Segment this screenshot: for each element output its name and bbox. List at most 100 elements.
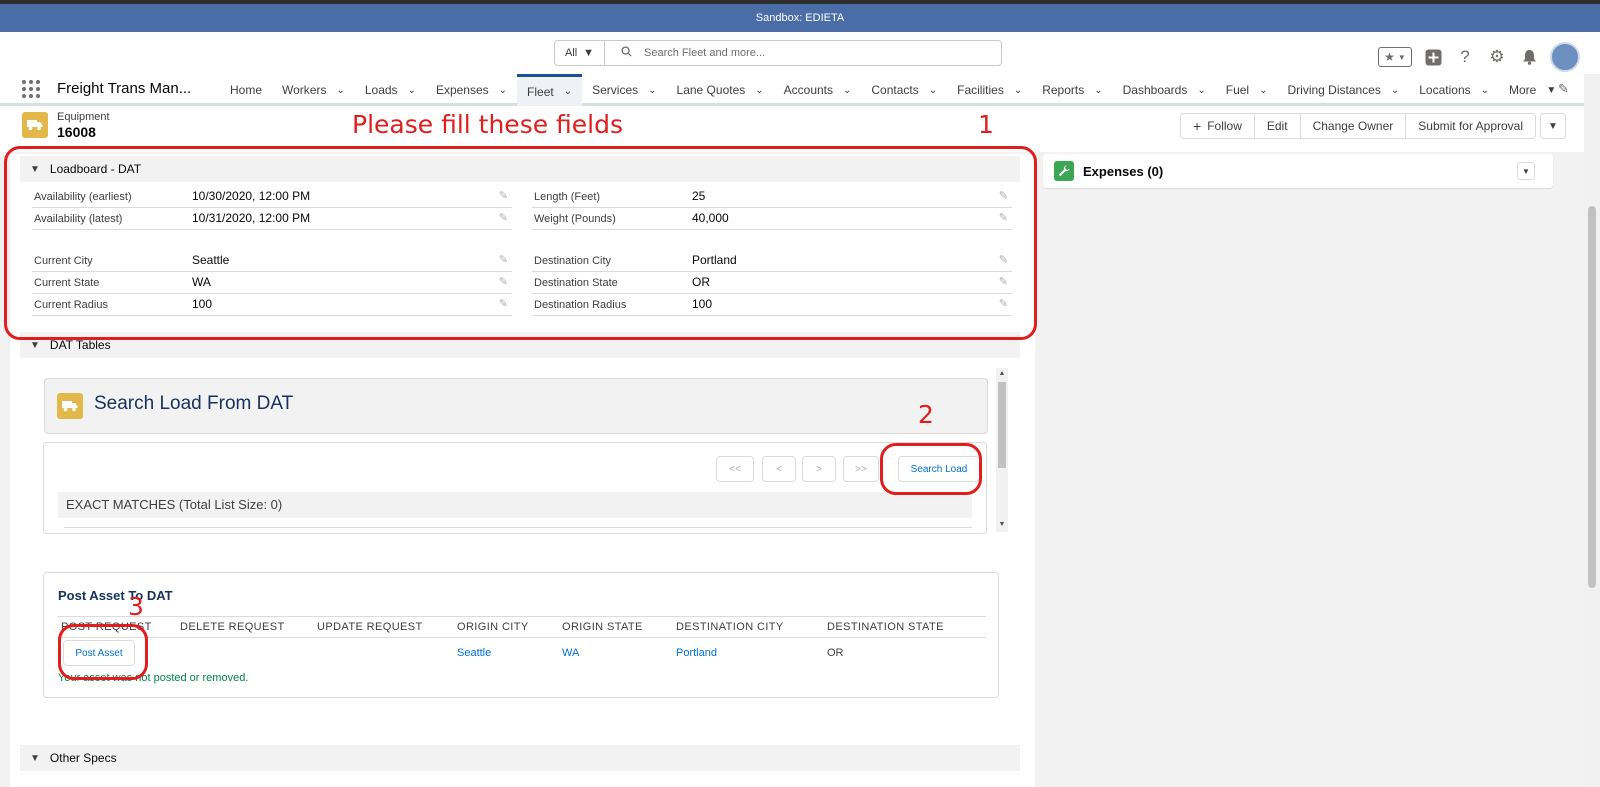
nav-tab-label: Lane Quotes <box>676 83 746 97</box>
change-owner-button[interactable]: Change Owner <box>1300 113 1407 139</box>
search-scope-label: All <box>564 47 578 59</box>
nav-tab-lane-quotes[interactable]: Lane Quotes ⌄ <box>667 74 774 106</box>
app-nav-bar: Freight Trans Man... Home Workers ⌄ Loads ⌄ E… <box>0 74 1600 106</box>
more-actions-button[interactable]: ▼ <box>1540 113 1566 139</box>
nav-tab-services[interactable]: Services ⌄ <box>582 74 666 106</box>
pencil-icon[interactable]: ✎ <box>1558 81 1569 97</box>
expenses-title[interactable]: Expenses (0) <box>1083 164 1163 179</box>
chevron-down-icon: ▼ <box>1522 166 1530 176</box>
chevron-down-icon[interactable]: ⌄ <box>755 85 763 96</box>
search-input[interactable]: Search Fleet and more... <box>605 41 1001 65</box>
chevron-down-icon[interactable]: ⌄ <box>929 85 937 96</box>
nav-tab-driving-distances[interactable]: Driving Distances ⌄ <box>1277 74 1409 106</box>
record-page: Equipment 16008 + Follow Edit Change Own… <box>0 106 1600 787</box>
chevron-down-icon[interactable]: ⌄ <box>843 85 851 96</box>
nav-tab-facilities[interactable]: Facilities ⌄ <box>947 74 1032 106</box>
nav-tab-expenses[interactable]: Expenses ⌄ <box>426 74 517 106</box>
pager-next-button[interactable]: > <box>802 456 836 482</box>
follow-label: Follow <box>1207 119 1242 133</box>
column-header: DESTINATION STATE <box>827 621 944 633</box>
chevron-down-icon[interactable]: ⌄ <box>1197 85 1205 96</box>
chevron-down-icon[interactable]: ▼ <box>1546 85 1556 96</box>
nav-tab-fuel[interactable]: Fuel ⌄ <box>1216 74 1278 106</box>
page-scroll-thumb[interactable] <box>1588 206 1596 588</box>
nav-tab-reports[interactable]: Reports ⌄ <box>1032 74 1112 106</box>
expenses-menu-button[interactable]: ▼ <box>1517 162 1535 180</box>
nav-tab-more[interactable]: More ▼ <box>1499 74 1566 106</box>
pager-last-button[interactable]: >> <box>843 456 879 482</box>
scroll-down-arrow[interactable]: ▼ <box>998 521 1006 529</box>
nav-tab-accounts[interactable]: Accounts ⌄ <box>774 74 862 106</box>
cell-origin-city: Seattle <box>457 647 492 659</box>
chevron-down-icon[interactable]: ⌄ <box>1481 85 1489 96</box>
annotation-box-3 <box>58 624 148 680</box>
nav-tab-locations[interactable]: Locations ⌄ <box>1409 74 1499 106</box>
help-icon[interactable]: ? <box>1454 46 1476 68</box>
chevron-down-icon[interactable]: ⌄ <box>499 85 507 96</box>
nav-tab-label: Expenses <box>435 83 489 97</box>
follow-button[interactable]: + Follow <box>1180 113 1255 139</box>
truck-icon <box>22 112 48 138</box>
chevron-down-icon: ▼ <box>30 339 40 351</box>
chevron-down-icon: ▼ <box>1397 52 1406 62</box>
annotation-note: Please fill these fields <box>352 110 624 139</box>
nav-tab-label: Dashboards <box>1122 83 1188 97</box>
divider <box>58 637 986 638</box>
chevron-down-icon[interactable]: ⌄ <box>408 85 416 96</box>
scroll-thumb[interactable] <box>998 382 1006 468</box>
submit-for-approval-button[interactable]: Submit for Approval <box>1406 113 1536 139</box>
favorites-button[interactable]: ★ ▼ <box>1378 47 1412 67</box>
nav-tab-label: Fuel <box>1225 83 1250 97</box>
search-scope-select[interactable]: All ▼ <box>555 41 605 65</box>
chevron-down-icon[interactable]: ⌄ <box>564 86 572 97</box>
nav-tab-label: Workers <box>282 83 327 97</box>
chevron-down-icon[interactable]: ⌄ <box>1259 85 1267 96</box>
user-avatar[interactable] <box>1550 42 1580 72</box>
nav-tab-contacts[interactable]: Contacts ⌄ <box>861 74 947 106</box>
app-name: Freight Trans Man... <box>57 80 192 97</box>
column-header: UPDATE REQUEST <box>317 621 423 633</box>
section-title: DAT Tables <box>49 338 111 352</box>
header-utilities: ★ ▼ ? ⚙ <box>1378 42 1580 72</box>
exact-matches-header: EXACT MATCHES (Total List Size: 0) <box>58 492 972 518</box>
global-actions-add-icon[interactable] <box>1422 46 1444 68</box>
chevron-down-icon[interactable]: ⌄ <box>1014 85 1022 96</box>
column-header: ORIGIN STATE <box>562 621 643 633</box>
divider <box>58 616 986 617</box>
edit-button[interactable]: Edit <box>1254 113 1301 139</box>
record-actions: + Follow Edit Change Owner Submit for Ap… <box>1180 113 1566 139</box>
nav-tab-home[interactable]: Home <box>220 74 272 106</box>
divider <box>64 527 972 528</box>
annotation-box-1 <box>4 146 1037 340</box>
page-scrollbar[interactable] <box>1584 74 1600 787</box>
notification-bell-icon[interactable] <box>1518 46 1540 68</box>
nav-tab-label: Home <box>230 83 263 97</box>
nav-tab-label: Contacts <box>871 83 919 97</box>
expenses-related-list: Expenses (0) ▼ <box>1043 154 1553 188</box>
annotation-number-3: 3 <box>128 592 144 621</box>
nav-tab-loads[interactable]: Loads ⌄ <box>355 74 426 106</box>
chevron-down-icon[interactable]: ⌄ <box>1094 85 1102 96</box>
gear-icon[interactable]: ⚙ <box>1486 46 1508 68</box>
app-launcher-icon[interactable] <box>22 80 40 98</box>
nav-tab-label: Loads <box>364 83 398 97</box>
nav-tab-dashboards[interactable]: Dashboards ⌄ <box>1113 74 1216 106</box>
annotation-number-2: 2 <box>918 400 934 429</box>
pager-first-button[interactable]: << <box>716 456 754 482</box>
nav-tab-label: Facilities <box>957 83 1004 97</box>
nav-tab-label: Locations <box>1419 83 1471 97</box>
search-load-title: Search Load From DAT <box>94 393 294 414</box>
section-title: Other Specs <box>49 751 117 765</box>
nav-tab-workers[interactable]: Workers ⌄ <box>272 74 355 106</box>
chevron-down-icon[interactable]: ⌄ <box>336 85 344 96</box>
section-other-specs[interactable]: ▼ Other Specs <box>20 745 1020 771</box>
chevron-down-icon[interactable]: ⌄ <box>648 85 656 96</box>
nav-tab-label: Services <box>592 83 639 97</box>
chevron-down-icon: ▼ <box>30 752 40 764</box>
nav-tab-fleet[interactable]: Fleet ⌄ <box>517 74 583 106</box>
pager-prev-button[interactable]: < <box>762 456 796 482</box>
chevron-down-icon[interactable]: ⌄ <box>1391 85 1399 96</box>
annotation-box-2 <box>880 443 982 495</box>
results-scrollbar[interactable]: ▲ ▼ <box>996 368 1008 532</box>
scroll-up-arrow[interactable]: ▲ <box>998 370 1006 378</box>
